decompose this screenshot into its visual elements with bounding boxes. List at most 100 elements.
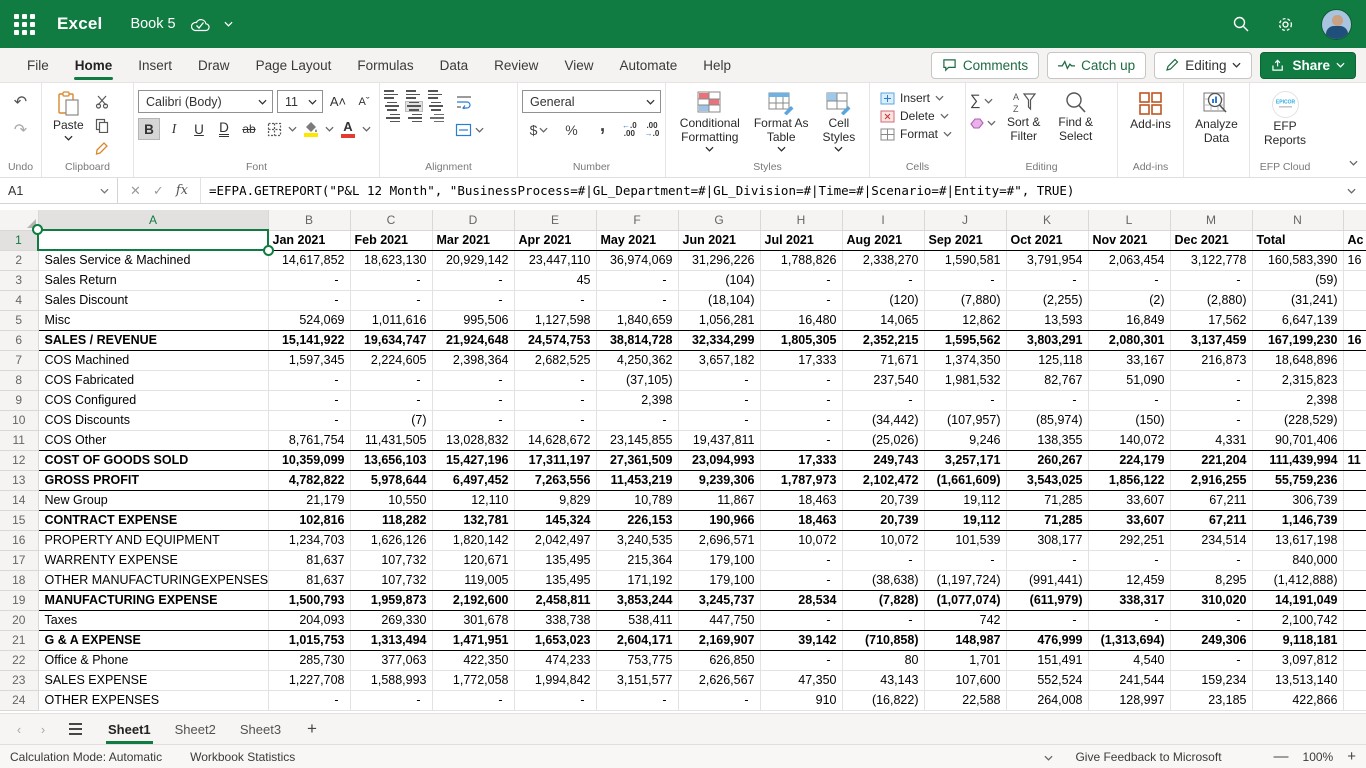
cell-A6[interactable]: SALES / REVENUE — [38, 330, 268, 350]
cell-M10[interactable]: - — [1170, 410, 1252, 430]
row-header-24[interactable]: 24 — [0, 690, 38, 710]
cell-K21[interactable]: 476,999 — [1006, 630, 1088, 650]
row-header-10[interactable]: 10 — [0, 410, 38, 430]
cell-K14[interactable]: 71,285 — [1006, 490, 1088, 510]
cell-D15[interactable]: 132,781 — [432, 510, 514, 530]
cell-N12[interactable]: 111,439,994 — [1252, 450, 1343, 470]
menu-tab-home[interactable]: Home — [62, 48, 126, 82]
cell-O9[interactable] — [1343, 390, 1366, 410]
cell-M19[interactable]: 310,020 — [1170, 590, 1252, 610]
row-header-8[interactable]: 8 — [0, 370, 38, 390]
cell-E9[interactable]: - — [514, 390, 596, 410]
cell-C13[interactable]: 5,978,644 — [350, 470, 432, 490]
cancel-entry-icon[interactable]: ✕ — [130, 183, 141, 199]
cell-D6[interactable]: 21,924,648 — [432, 330, 514, 350]
cell-C19[interactable]: 1,959,873 — [350, 590, 432, 610]
cell-D11[interactable]: 13,028,832 — [432, 430, 514, 450]
search-icon[interactable] — [1232, 15, 1250, 33]
cell-M20[interactable]: - — [1170, 610, 1252, 630]
cell-M7[interactable]: 216,873 — [1170, 350, 1252, 370]
cell-J21[interactable]: 148,987 — [924, 630, 1006, 650]
undo-icon[interactable]: ↶ — [9, 90, 32, 112]
cell-N2[interactable]: 160,583,390 — [1252, 250, 1343, 270]
cell-H17[interactable]: - — [760, 550, 842, 570]
cell-O22[interactable] — [1343, 650, 1366, 670]
cell-L1[interactable]: Nov 2021 — [1088, 230, 1170, 250]
borders-button[interactable] — [263, 118, 285, 140]
cell-F13[interactable]: 11,453,219 — [596, 470, 678, 490]
row-header-7[interactable]: 7 — [0, 350, 38, 370]
cell-C20[interactable]: 269,330 — [350, 610, 432, 630]
cell-A9[interactable]: COS Configured — [38, 390, 268, 410]
cell-F16[interactable]: 3,240,535 — [596, 530, 678, 550]
align-top-left-icon[interactable] — [384, 114, 400, 123]
number-format-select[interactable]: General — [522, 90, 661, 113]
calculation-mode-status[interactable]: Calculation Mode: Automatic — [10, 750, 162, 764]
cell-M8[interactable]: - — [1170, 370, 1252, 390]
cell-D13[interactable]: 6,497,452 — [432, 470, 514, 490]
share-button[interactable]: Share — [1260, 52, 1356, 79]
app-launcher-icon[interactable] — [14, 14, 35, 35]
cell-E4[interactable]: - — [514, 290, 596, 310]
cell-G17[interactable]: 179,100 — [678, 550, 760, 570]
font-size-select[interactable]: 11 — [277, 90, 323, 113]
row-header-16[interactable]: 16 — [0, 530, 38, 550]
cell-J17[interactable]: - — [924, 550, 1006, 570]
cell-I17[interactable]: - — [842, 550, 924, 570]
cell-G1[interactable]: Jun 2021 — [678, 230, 760, 250]
cell-L19[interactable]: 338,317 — [1088, 590, 1170, 610]
cell-F10[interactable]: - — [596, 410, 678, 430]
cell-L10[interactable]: (150) — [1088, 410, 1170, 430]
cell-O13[interactable] — [1343, 470, 1366, 490]
italic-button[interactable]: I — [163, 118, 185, 140]
all-sheets-menu-icon[interactable] — [62, 723, 88, 734]
cell-I24[interactable]: (16,822) — [842, 690, 924, 710]
row-header-15[interactable]: 15 — [0, 510, 38, 530]
cell-O1[interactable]: Ac — [1343, 230, 1366, 250]
cell-E22[interactable]: 474,233 — [514, 650, 596, 670]
clear-button[interactable] — [970, 117, 996, 129]
find-select-button[interactable]: Find & Select — [1051, 88, 1100, 146]
row-header-22[interactable]: 22 — [0, 650, 38, 670]
cell-O8[interactable] — [1343, 370, 1366, 390]
row-header-12[interactable]: 12 — [0, 450, 38, 470]
row-header-19[interactable]: 19 — [0, 590, 38, 610]
cell-H14[interactable]: 18,463 — [760, 490, 842, 510]
insert-function-icon[interactable]: fx — [176, 183, 188, 198]
cell-I10[interactable]: (34,442) — [842, 410, 924, 430]
cell-J14[interactable]: 19,112 — [924, 490, 1006, 510]
name-box[interactable]: A1 — [0, 178, 118, 203]
cell-C2[interactable]: 18,623,130 — [350, 250, 432, 270]
cell-M9[interactable]: - — [1170, 390, 1252, 410]
cell-K4[interactable]: (2,255) — [1006, 290, 1088, 310]
cell-M24[interactable]: 23,185 — [1170, 690, 1252, 710]
cell-C15[interactable]: 118,282 — [350, 510, 432, 530]
analyze-data-button[interactable]: Analyze Data — [1188, 88, 1245, 148]
cell-M12[interactable]: 221,204 — [1170, 450, 1252, 470]
cell-I23[interactable]: 43,143 — [842, 670, 924, 690]
row-header-3[interactable]: 3 — [0, 270, 38, 290]
add-ins-button[interactable]: Add-ins — [1123, 88, 1178, 135]
cell-F14[interactable]: 10,789 — [596, 490, 678, 510]
cell-J24[interactable]: 22,588 — [924, 690, 1006, 710]
underline-button[interactable]: U — [188, 118, 210, 140]
column-header-m[interactable]: M — [1170, 210, 1252, 230]
cell-L15[interactable]: 33,607 — [1088, 510, 1170, 530]
cell-K20[interactable]: - — [1006, 610, 1088, 630]
cell-L3[interactable]: - — [1088, 270, 1170, 290]
cell-E14[interactable]: 9,829 — [514, 490, 596, 510]
cell-E7[interactable]: 2,682,525 — [514, 350, 596, 370]
cell-H10[interactable]: - — [760, 410, 842, 430]
cell-N23[interactable]: 13,513,140 — [1252, 670, 1343, 690]
cell-L18[interactable]: 12,459 — [1088, 570, 1170, 590]
cell-C21[interactable]: 1,313,494 — [350, 630, 432, 650]
menu-tab-review[interactable]: Review — [481, 48, 551, 82]
align-bottom-right-icon[interactable] — [428, 90, 444, 99]
cell-A24[interactable]: OTHER EXPENSES — [38, 690, 268, 710]
cell-D14[interactable]: 12,110 — [432, 490, 514, 510]
cell-N16[interactable]: 13,617,198 — [1252, 530, 1343, 550]
cell-H21[interactable]: 39,142 — [760, 630, 842, 650]
menu-tab-draw[interactable]: Draw — [185, 48, 243, 82]
cell-G19[interactable]: 3,245,737 — [678, 590, 760, 610]
cell-F6[interactable]: 38,814,728 — [596, 330, 678, 350]
